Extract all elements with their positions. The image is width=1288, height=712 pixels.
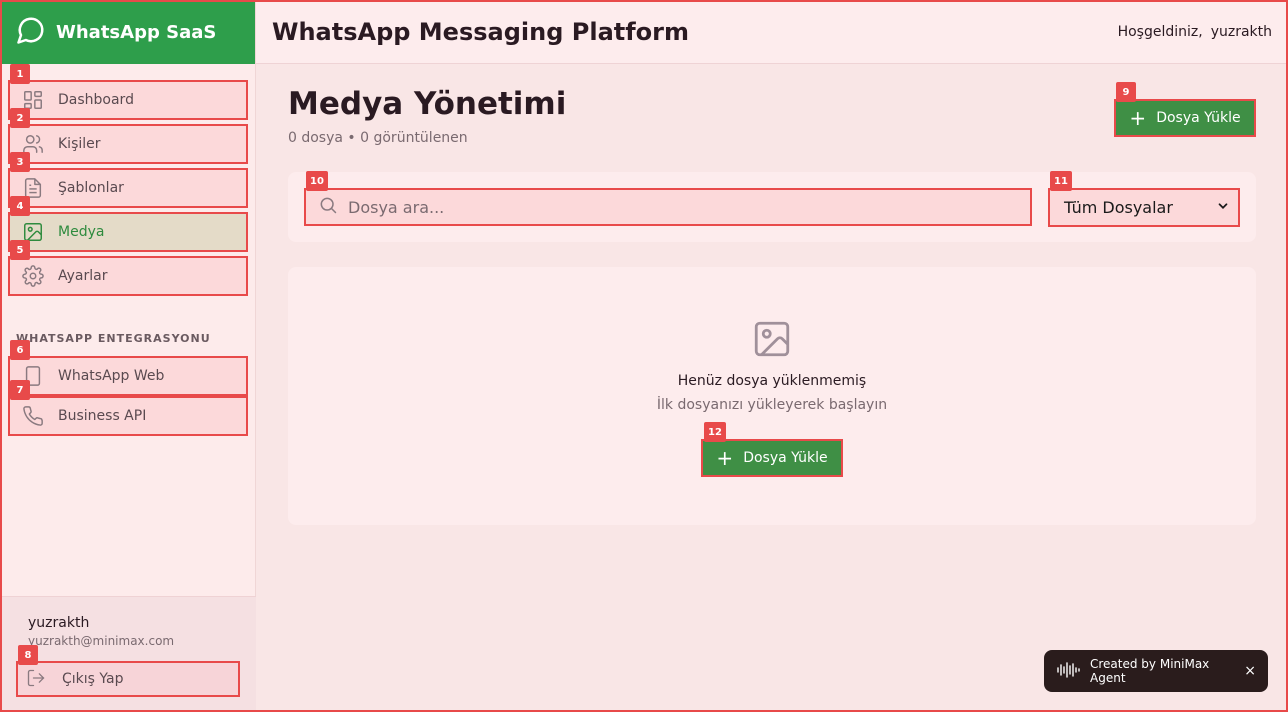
empty-state-card (288, 267, 1256, 525)
welcome-label: Hoşgeldiniz, (1117, 23, 1203, 40)
empty-state-subtitle: İlk dosyanızı yükleyerek başlayın (656, 397, 888, 413)
welcome-text: Hoşgeldiniz, yuzrakth (1118, 24, 1272, 40)
section-label-integration: WHATSAPP ENTEGRASYONU (16, 332, 211, 345)
nav-badge: 8 (18, 645, 38, 665)
chevron-down-icon (1216, 198, 1230, 217)
sidebar-item-business-api[interactable]: Business API (8, 396, 248, 436)
app-title: WhatsApp Messaging Platform (272, 17, 690, 46)
upload-badge: 9 (1116, 82, 1136, 102)
empty-upload-label: Dosya Yükle (743, 450, 828, 466)
header-username: yuzrakth (1210, 23, 1272, 40)
logout-button[interactable]: Çıkış Yap (16, 661, 240, 697)
sidebar-item-label: Kişiler (58, 136, 101, 152)
sidebar-item-contacts[interactable]: Kişiler (8, 124, 248, 164)
plus-icon: + (1129, 106, 1147, 130)
nav-badge: 7 (10, 380, 30, 400)
nav-badge: 5 (10, 240, 30, 260)
sidebar-item-label: Business API (58, 408, 147, 424)
top-header: WhatsApp Messaging Platform Hoşgeldiniz,… (256, 0, 1288, 64)
empty-upload-badge: 12 (704, 422, 726, 442)
plus-icon: + (716, 446, 734, 470)
toast-label: Created by MiniMax Agent (1090, 657, 1210, 685)
user-block: yuzrakth yuzrakth@minimax.com 8 Çıkış Ya… (0, 596, 256, 712)
sidebar-item-templates[interactable]: Şablonlar (8, 168, 248, 208)
sidebar-item-label: Medya (58, 224, 105, 240)
nav-badge: 4 (10, 196, 30, 216)
search-input[interactable] (348, 197, 988, 217)
sidebar-item-label: Ayarlar (58, 268, 108, 284)
filter-badge: 11 (1050, 171, 1072, 191)
search-field[interactable] (304, 188, 1032, 226)
sidebar-item-settings[interactable]: Ayarlar (8, 256, 248, 296)
file-type-select[interactable]: Tüm Dosyalar (1048, 188, 1240, 227)
file-type-selected: Tüm Dosyalar (1064, 198, 1173, 217)
image-placeholder-icon (750, 318, 794, 360)
nav-badge: 1 (10, 64, 30, 84)
upload-button-label: Dosya Yükle (1156, 110, 1241, 126)
sidebar-item-media[interactable]: Medya (8, 212, 248, 252)
empty-state-title: Henüz dosya yüklenmemiş (677, 373, 867, 389)
sidebar-item-label: Dashboard (58, 92, 134, 108)
sidebar-item-dashboard[interactable]: Dashboard (8, 80, 248, 120)
user-email: yuzrakth@minimax.com (28, 634, 175, 648)
upload-button[interactable]: + Dosya Yükle (1114, 99, 1256, 137)
search-icon (318, 195, 338, 219)
nav-badge: 6 (10, 340, 30, 360)
brand-name: WhatsApp SaaS (56, 21, 217, 43)
sidebar-item-label: Şablonlar (58, 180, 124, 196)
page-title: Medya Yönetimi (288, 86, 567, 122)
nav-badge: 2 (10, 108, 30, 128)
gear-icon (22, 265, 44, 287)
whatsapp-logo-icon (16, 15, 46, 49)
logout-icon (26, 668, 48, 690)
search-badge: 10 (306, 171, 328, 191)
user-name: yuzrakth (28, 615, 90, 631)
sidebar: WhatsApp SaaS 1 Dashboard 2 Kişiler 3 Şa… (0, 0, 256, 712)
nav-badge: 3 (10, 152, 30, 172)
empty-upload-button[interactable]: + Dosya Yükle (701, 439, 843, 477)
minimax-toast: Created by MiniMax Agent × (1044, 650, 1268, 692)
close-icon[interactable]: × (1244, 663, 1256, 679)
brand[interactable]: WhatsApp SaaS (0, 0, 255, 64)
sidebar-item-whatsapp-web[interactable]: WhatsApp Web (8, 356, 248, 396)
sidebar-item-label: WhatsApp Web (58, 368, 165, 384)
logout-label: Çıkış Yap (62, 671, 124, 687)
phone-icon (22, 405, 44, 427)
page-subtitle: 0 dosya • 0 görüntülenen (288, 130, 468, 146)
waveform-icon (1056, 661, 1080, 681)
